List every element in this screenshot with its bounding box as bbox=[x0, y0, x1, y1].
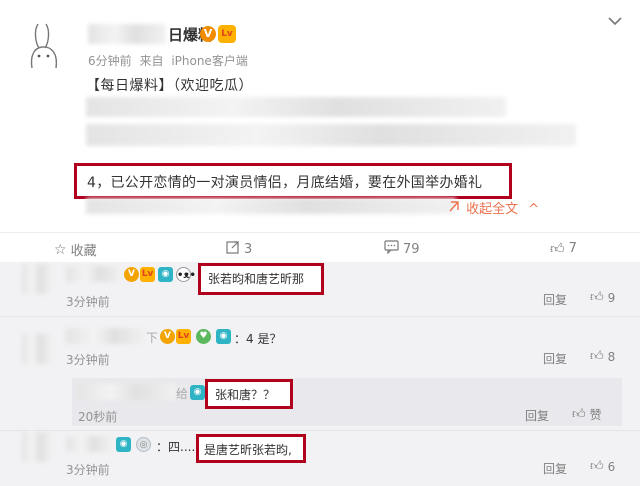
chevron-down-icon[interactable] bbox=[608, 14, 622, 30]
thumbs-up-icon: 👍︎ bbox=[590, 349, 604, 364]
comment-text: 张和唐？？ bbox=[215, 388, 276, 402]
thumbs-up-icon: 👍︎ bbox=[550, 241, 565, 257]
blurred-text bbox=[86, 97, 506, 117]
fan-badge-icon: ◉ bbox=[216, 329, 231, 344]
weibo-screen: 日爆料 V Lv 6分钟前 来自 iPhone客户端 【每日爆料】（欢迎吃瓜） … bbox=[0, 0, 640, 486]
post-highlight-text: 4，已公开恋情的一对演员情侣，月底结婚，要在外国举办婚礼 bbox=[87, 175, 483, 191]
thumbs-up-icon: 👍︎ bbox=[572, 407, 586, 422]
thumbs-up-icon: 👍︎ bbox=[590, 459, 604, 474]
star-icon: ☆ bbox=[54, 241, 67, 258]
blurred-text bbox=[86, 124, 576, 146]
comment-count: 79 bbox=[403, 241, 420, 257]
post-device: iPhone客户端 bbox=[171, 54, 248, 68]
like-count: 7 bbox=[568, 241, 577, 256]
verified-badge-icon: V bbox=[160, 329, 175, 344]
collapse-arrow-icon: ^ bbox=[528, 202, 540, 217]
comment-like-button[interactable]: 👍︎ 6 bbox=[590, 459, 615, 474]
blurred-text bbox=[86, 198, 456, 214]
panda-icon: •ᴥ• bbox=[176, 267, 196, 282]
fan-badge-icon: ◉ bbox=[116, 437, 131, 452]
thumbs-up-icon: 👍︎ bbox=[590, 290, 604, 305]
post-source-prefix: 来自 bbox=[139, 54, 164, 68]
comment-list: V Lv ◉ •ᴥ• 张若昀和唐艺昕那 3分钟前 回复 👍︎ 9 下 V Lv … bbox=[0, 262, 640, 486]
verified-badge-icon: V bbox=[200, 26, 216, 42]
repost-count: 3 bbox=[244, 241, 253, 257]
comment-like-button[interactable]: 👍︎ 赞 bbox=[572, 406, 602, 423]
commenter-name[interactable]: 给 bbox=[176, 385, 188, 402]
comment-text: 是唐艺昕张若昀, bbox=[204, 443, 292, 457]
divider bbox=[0, 430, 640, 431]
reply-button[interactable]: 回复 bbox=[525, 407, 549, 424]
commenter-avatar-blurred[interactable] bbox=[22, 264, 52, 294]
rabbit-avatar[interactable] bbox=[22, 20, 74, 72]
level-badge-icon: Lv bbox=[176, 329, 191, 344]
level-badge-icon: Lv bbox=[140, 267, 155, 282]
comment-like-button[interactable]: 👍︎ 8 bbox=[590, 349, 615, 364]
favorite-button[interactable]: ☆ 收藏 bbox=[54, 240, 97, 260]
post-meta: 6分钟前 来自 iPhone客户端 bbox=[88, 52, 252, 69]
comment-text: 张若昀和唐艺昕那 bbox=[208, 272, 305, 286]
commenter-name-blurred[interactable] bbox=[66, 436, 112, 452]
reply-button[interactable]: 回复 bbox=[543, 460, 567, 477]
reply-button[interactable]: 回复 bbox=[543, 291, 567, 308]
comment-time: 3分钟前 bbox=[66, 463, 110, 477]
comment-time: 20秒前 bbox=[78, 410, 118, 424]
highlighted-comment: 张和唐？？ bbox=[205, 379, 293, 409]
like-button[interactable]: 👍︎ 7 bbox=[550, 240, 577, 257]
comment-icon bbox=[384, 240, 399, 258]
heart-badge-icon: ♥ bbox=[196, 329, 211, 344]
comment-like-button[interactable]: 👍︎ 9 bbox=[590, 290, 615, 305]
comment-like-count: 赞 bbox=[589, 408, 602, 422]
commenter-name-blurred[interactable] bbox=[66, 328, 146, 344]
repost-icon bbox=[226, 240, 240, 258]
reply-button[interactable]: 回复 bbox=[543, 350, 567, 367]
collapse-link[interactable]: 收起全文 ^ bbox=[448, 198, 539, 217]
highlighted-comment: 是唐艺昕张若昀, bbox=[196, 434, 306, 463]
level-badge-icon: Lv bbox=[218, 25, 236, 43]
post-time: 6分钟前 bbox=[88, 54, 132, 68]
ring-badge-icon: ◎ bbox=[136, 437, 151, 452]
post-headline: 【每日爆料】（欢迎吃瓜） bbox=[86, 78, 253, 94]
favorite-label: 收藏 bbox=[70, 244, 97, 259]
comment-time: 3分钟前 bbox=[66, 295, 110, 309]
collapse-label: 收起全文 bbox=[466, 202, 519, 217]
highlighted-comment: 张若昀和唐艺昕那 bbox=[198, 263, 324, 295]
commenter-avatar-blurred[interactable] bbox=[22, 334, 52, 364]
commenter-name-blurred[interactable] bbox=[76, 384, 176, 400]
comment-like-count: 9 bbox=[607, 290, 616, 305]
comment-time: 3分钟前 bbox=[66, 353, 110, 367]
divider bbox=[0, 316, 640, 317]
commenter-name-blurred[interactable] bbox=[66, 266, 122, 282]
fan-badge-icon: ◉ bbox=[190, 385, 205, 400]
comment-like-count: 6 bbox=[607, 459, 616, 474]
collapse-icon bbox=[448, 201, 464, 217]
commenter-name[interactable]: 下 bbox=[146, 329, 158, 346]
weibo-post: 日爆料 V Lv 6分钟前 来自 iPhone客户端 【每日爆料】（欢迎吃瓜） … bbox=[0, 0, 640, 228]
highlighted-post-line: 4，已公开恋情的一对演员情侣，月底结婚，要在外国举办婚礼 bbox=[74, 163, 512, 199]
commenter-avatar-blurred[interactable] bbox=[22, 432, 52, 462]
post-toolbar: ☆ 收藏 3 79 👍︎ 7 bbox=[0, 232, 640, 262]
repost-button[interactable]: 3 bbox=[226, 240, 252, 258]
author-name-blurred[interactable] bbox=[88, 24, 166, 44]
comment-like-count: 8 bbox=[607, 349, 616, 364]
comment-text: ：4 是？ bbox=[234, 332, 282, 346]
comment-button[interactable]: 79 bbox=[384, 240, 420, 258]
fan-badge-icon: ◉ bbox=[158, 267, 173, 282]
verified-badge-icon: V bbox=[124, 267, 139, 282]
